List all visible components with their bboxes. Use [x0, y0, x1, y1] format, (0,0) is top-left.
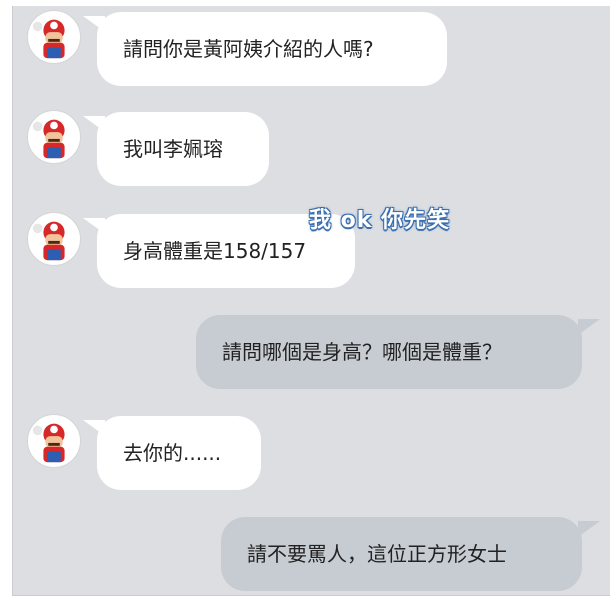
mario-avatar-icon[interactable]	[27, 110, 81, 164]
message-bubble[interactable]: 去你的......	[97, 416, 261, 490]
bubble-tail	[578, 521, 600, 537]
mario-avatar-icon[interactable]	[27, 10, 81, 64]
bubble-tail	[578, 319, 600, 335]
overlay-caption: 我 ok 你先笑	[309, 208, 451, 233]
message-bubble[interactable]: 請不要罵人，這位正方形女士	[221, 517, 582, 591]
chat-window: 請問你是黃阿姨介紹的人嗎? 我叫李姵瑢 身高體重是158/157 我 ok 你先…	[12, 6, 610, 596]
message-bubble[interactable]: 請問哪個是身高？哪個是體重？	[196, 315, 582, 389]
message-bubble[interactable]: 我叫李姵瑢	[97, 112, 269, 186]
mario-avatar-icon[interactable]	[27, 414, 81, 468]
message-bubble[interactable]: 請問你是黃阿姨介紹的人嗎?	[97, 12, 447, 86]
mario-avatar-icon[interactable]	[27, 212, 81, 266]
